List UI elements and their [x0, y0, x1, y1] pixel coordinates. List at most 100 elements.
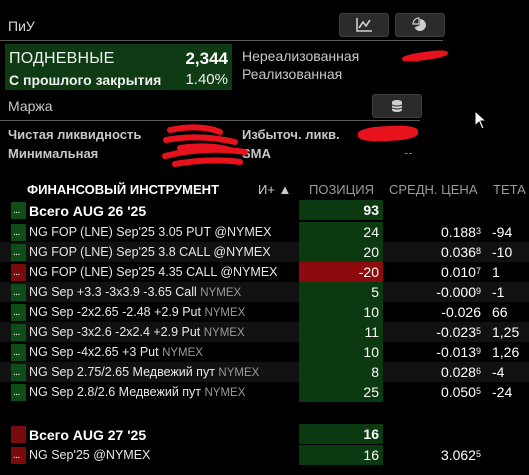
status-indicator: ... — [11, 324, 26, 341]
panel-divider — [0, 40, 443, 41]
status-indicator: ... — [11, 264, 26, 281]
avg-price-value: 0.0107 — [440, 264, 481, 280]
position-value: 16 — [299, 424, 383, 444]
column-header-theta[interactable]: ТЕТА — [493, 182, 526, 197]
exchange-label: NYMEX — [204, 387, 246, 399]
theta-value: -94 — [492, 224, 513, 240]
avg-price-value: 0.0505 — [440, 384, 481, 400]
column-header-instrument[interactable]: ФИНАНСОВЫЙ ИНСТРУМЕНТ — [27, 182, 219, 197]
table-row[interactable]: ... NG Sep 2.8/2.6 Медвежий пут NYMEX 25 0.… — [0, 382, 529, 402]
position-value: 16 — [299, 445, 383, 465]
instrument-name: NG Sep -2x2.65 -2.48 +2.9 Put NYMEX — [29, 305, 246, 319]
exchange-label: NYMEX — [218, 367, 260, 379]
status-indicator: ... — [11, 224, 26, 241]
theta-value: 1,26 — [492, 344, 520, 360]
column-header-position[interactable]: ПОЗИЦИЯ — [309, 182, 374, 197]
status-indicator: ... — [11, 344, 26, 361]
instrument-name: NG Sep -3x2.6 -2x2.4 +2.9 Put NYMEX — [29, 325, 245, 339]
daily-pnl-value: 2,344 — [185, 49, 228, 68]
since-close-label: С прошлого закрытия — [9, 72, 162, 88]
avg-price-value: 0.0286 — [440, 364, 481, 380]
redaction-mark — [357, 124, 419, 143]
position-value: 24 — [299, 222, 383, 242]
position-value: 25 — [299, 382, 383, 402]
exchange-label: NYMEX — [204, 307, 246, 319]
coins-icon — [391, 100, 403, 112]
column-header-avg-price[interactable]: СРЕДН. ЦЕНА — [389, 182, 478, 197]
instrument-name: Всего AUG 27 '25 — [29, 427, 147, 443]
position-value: 5 — [299, 282, 383, 302]
position-value: 20 — [299, 242, 383, 262]
instrument-name: NG FOP (LNE) Sep'25 4.35 CALL @NYMEX — [29, 265, 278, 279]
table-row[interactable]: ... NG Sep -3x2.6 -2x2.4 +2.9 Put NYMEX 11… — [0, 322, 529, 342]
table-row[interactable]: ... NG Sep -4x2.65 +3 Put NYMEX 10 -0.0139 1… — [0, 342, 529, 362]
instrument-name: NG FOP (LNE) Sep'25 3.8 CALL @NYMEX — [29, 245, 271, 259]
pnl-panel-title: ПиУ — [8, 18, 35, 34]
redaction-mark — [401, 48, 449, 64]
pie-chart-button[interactable] — [395, 13, 445, 37]
theta-value: -1 — [492, 284, 505, 300]
instrument-name: NG Sep -4x2.65 +3 Put NYMEX — [29, 345, 203, 359]
net-liquidity-label: Чистая ликвидность — [8, 127, 142, 142]
avg-price-value: -0.026 — [441, 304, 481, 320]
minimal-label: Минимальная — [8, 146, 99, 161]
exchange-label: NYMEX — [200, 287, 242, 299]
instrument-name: Всего AUG 26 '25 — [29, 203, 147, 219]
exchange-label: NYMEX — [162, 347, 203, 359]
table-row[interactable]: ... NG Sep'25 @NYMEX 16 3.0625 — [0, 445, 529, 465]
position-value: 10 — [299, 302, 383, 322]
theta-value: -10 — [492, 244, 513, 260]
table-row[interactable]: ... NG Sep +3.3 -3x3.9 -3.65 Call NYMEX 5 -… — [0, 282, 529, 302]
status-indicator: ... — [11, 244, 26, 261]
instrument-name: NG Sep 2.75/2.65 Медвежий пут NYMEX — [29, 365, 260, 379]
avg-price-value: 0.0368 — [440, 244, 481, 260]
status-indicator: ... — [11, 304, 26, 321]
realized-label: Реализованная — [242, 66, 343, 82]
sort-indicator[interactable]: И+ ▲ — [258, 182, 291, 197]
pie-chart-icon — [412, 17, 426, 31]
theta-value: -4 — [492, 364, 505, 380]
daily-pnl-box: ПОДНЕВНЫЕ 2,344 С прошлого закрытия 1.40… — [5, 44, 232, 90]
margin-divider — [0, 120, 420, 121]
coins-button[interactable] — [372, 94, 422, 118]
avg-price-value: -0.0139 — [436, 344, 481, 360]
table-row[interactable]: ... NG FOP (LNE) Sep'25 3.05 PUT @NYMEX 24… — [0, 222, 529, 242]
avg-price-value: -0.0235 — [436, 324, 481, 340]
table-row[interactable]: ... NG FOP (LNE) Sep'25 3.8 CALL @NYMEX 20… — [0, 242, 529, 262]
group-total-row[interactable]: Всего AUG 27 '25 16 — [0, 424, 529, 444]
instrument-name: NG Sep 2.8/2.6 Медвежий пут NYMEX — [29, 385, 246, 399]
status-indicator — [11, 426, 26, 443]
position-value: 10 — [299, 342, 383, 362]
status-indicator: ... — [11, 364, 26, 381]
table-row[interactable]: ... NG Sep 2.75/2.65 Медвежий пут NYMEX 8 0… — [0, 362, 529, 382]
chart-button[interactable] — [339, 13, 389, 37]
status-indicator: ... — [11, 384, 26, 401]
theta-value: 66 — [492, 304, 508, 320]
instrument-name: NG FOP (LNE) Sep'25 3.05 PUT @NYMEX — [29, 225, 272, 239]
unrealized-label: Нереализованная — [242, 48, 360, 64]
theta-value: 1 — [492, 264, 500, 280]
instrument-name: NG Sep'25 @NYMEX — [29, 448, 151, 462]
margin-label: Маржа — [8, 98, 53, 114]
avg-price-value: -0.0009 — [436, 284, 481, 300]
excess-liquidity-label: Избыточ. ликв. — [242, 127, 340, 142]
instrument-name: NG Sep +3.3 -3x3.9 -3.65 Call NYMEX — [29, 285, 242, 299]
group-total-row[interactable]: ... Всего AUG 26 '25 93 — [0, 200, 529, 220]
position-value: 93 — [299, 200, 383, 220]
chart-icon — [356, 18, 372, 32]
status-indicator: ... — [11, 284, 26, 301]
table-row[interactable]: ... NG FOP (LNE) Sep'25 4.35 CALL @NYMEX -… — [0, 262, 529, 282]
mouse-cursor-icon — [474, 110, 488, 130]
position-value: 11 — [299, 322, 383, 342]
status-indicator: ... — [11, 202, 26, 219]
daily-pnl-label: ПОДНЕВНЫЕ — [9, 50, 115, 67]
status-indicator: ... — [11, 447, 26, 464]
positions-table-header: ФИНАНСОВЫЙ ИНСТРУМЕНТ И+ ▲ ПОЗИЦИЯ СРЕДН… — [0, 180, 529, 198]
theta-value: -24 — [492, 384, 513, 400]
sma-value: -- — [404, 145, 413, 160]
avg-price-value: 3.0625 — [440, 447, 481, 463]
redaction-scribble — [162, 124, 248, 167]
theta-value: 1,25 — [492, 324, 520, 340]
since-close-value: 1.40% — [185, 71, 228, 88]
table-row[interactable]: ... NG Sep -2x2.65 -2.48 +2.9 Put NYMEX 10… — [0, 302, 529, 322]
